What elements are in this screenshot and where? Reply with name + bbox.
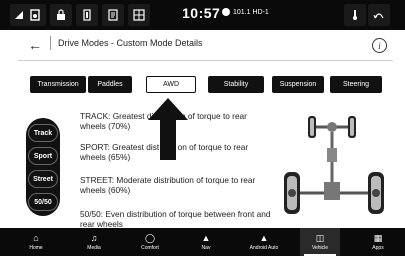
tab-suspension[interactable]: Suspension — [272, 76, 324, 93]
apps-grid-icon: ▦ — [373, 232, 383, 243]
description-5050: 50/50: Even distribution of torque betwe… — [80, 209, 271, 229]
mode-street-button[interactable]: Street — [28, 170, 58, 188]
nav-comfort[interactable]: ◯ Comfort — [130, 228, 170, 256]
nav-label: Nav — [201, 244, 211, 251]
media-icon — [28, 6, 42, 24]
tab-stability[interactable]: Stability — [208, 76, 264, 93]
vehicle-icon: ◫ — [315, 232, 325, 243]
android-auto-icon: ▲ — [259, 232, 269, 243]
nav-label: Android Auto — [249, 244, 279, 251]
clock: 10:57 — [182, 5, 221, 21]
nav-label: Apps — [372, 244, 384, 251]
nav-label: Comfort — [141, 244, 159, 251]
tab-steering[interactable]: Steering — [330, 76, 382, 93]
description-street: STREET: Moderate distribution of torque … — [80, 175, 256, 195]
comfort-icon: ◯ — [144, 232, 156, 243]
nav-home[interactable]: ⌂ Home — [16, 228, 56, 256]
header-divider — [50, 36, 51, 50]
nav-label: Vehicle — [311, 244, 329, 251]
nav-android-auto[interactable]: ▲ Android Auto — [244, 228, 284, 256]
music-note-icon: ♫ — [90, 232, 98, 243]
grid-icon[interactable] — [132, 6, 146, 24]
phone-signal-icon — [12, 6, 26, 24]
temperature-icon[interactable] — [348, 6, 362, 24]
recirculation-icon[interactable] — [372, 6, 386, 24]
header-rule — [18, 60, 393, 61]
nav-nav[interactable]: ▲ Nav — [186, 228, 226, 256]
tab-transmission[interactable]: Transmission — [30, 76, 86, 93]
tab-awd[interactable]: AWD — [146, 76, 196, 93]
back-arrow-icon[interactable]: ← — [28, 37, 42, 53]
nav-label: Media — [87, 244, 101, 251]
radio-icon — [222, 8, 230, 16]
radio-station[interactable]: 101.1 HD-1 — [222, 8, 269, 16]
nav-media[interactable]: ♫ Media — [74, 228, 114, 256]
nav-apps[interactable]: ▦ Apps — [358, 228, 398, 256]
tab-paddles[interactable]: Paddles — [88, 76, 132, 93]
screen: 10:57 101.1 HD-1 ← Drive Modes - Custom … — [0, 0, 405, 256]
mode-track-button[interactable]: Track — [28, 124, 58, 142]
nav-vehicle[interactable]: ◫ Vehicle — [300, 228, 340, 256]
nav-label: Home — [29, 244, 43, 251]
mode-sport-button[interactable]: Sport — [28, 147, 58, 165]
navigation-arrow-icon: ▲ — [201, 232, 211, 243]
awd-chassis-diagram — [284, 116, 384, 214]
pointer-arrow — [148, 98, 188, 160]
radio-station-label: 101.1 HD-1 — [233, 8, 269, 16]
status-bar: 10:57 101.1 HD-1 — [0, 0, 405, 30]
user-icon[interactable] — [80, 6, 94, 24]
info-icon[interactable]: i — [372, 38, 387, 53]
lock-status-icon[interactable] — [106, 6, 120, 24]
home-icon: ⌂ — [33, 232, 39, 243]
mode-5050-button[interactable]: 50/50 — [28, 193, 58, 211]
page-title: Drive Modes - Custom Mode Details — [58, 38, 203, 48]
lock-icon[interactable] — [54, 6, 68, 24]
